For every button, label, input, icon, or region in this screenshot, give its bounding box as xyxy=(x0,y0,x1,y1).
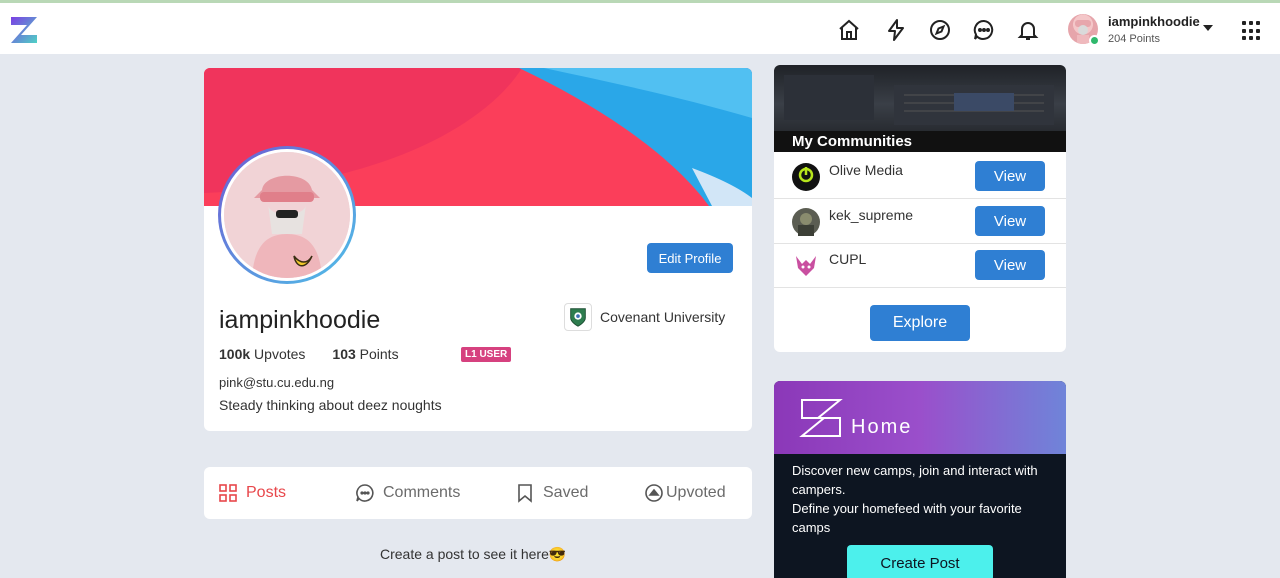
tab-saved[interactable]: Saved xyxy=(515,483,588,503)
user-menu[interactable]: iampinkhoodie 204 Points xyxy=(1066,13,1226,49)
tab-posts[interactable]: Posts xyxy=(218,483,286,503)
comment-icon xyxy=(356,484,374,502)
tab-label: Saved xyxy=(543,484,589,501)
communities-header-image: My Communities xyxy=(774,65,1066,152)
create-post-button[interactable]: Create Post xyxy=(847,545,993,578)
tab-label: Comments xyxy=(383,484,461,501)
upvotes-count: 100k xyxy=(219,346,251,362)
points-label: Points xyxy=(355,346,399,362)
upvote-icon xyxy=(645,484,663,502)
communities-card: My Communities Olive Media View kek_supr… xyxy=(774,65,1066,352)
user-name: iampinkhoodie xyxy=(1108,14,1200,29)
chat-icon[interactable] xyxy=(971,17,997,43)
communities-title: My Communities xyxy=(792,133,913,150)
lightning-icon[interactable] xyxy=(883,17,909,43)
upvotes-label: Upvotes xyxy=(250,346,306,362)
home-logo-icon xyxy=(799,399,843,437)
bell-icon[interactable] xyxy=(1015,17,1041,43)
profile-email: pink@stu.cu.edu.ng xyxy=(219,375,335,390)
explore-button[interactable]: Explore xyxy=(870,305,970,341)
bookmark-icon xyxy=(518,484,532,503)
edit-profile-button[interactable]: Edit Profile xyxy=(647,243,733,273)
apps-grid-icon[interactable] xyxy=(1242,21,1262,41)
online-status-dot xyxy=(1089,35,1100,46)
tab-comments[interactable]: Comments xyxy=(355,483,460,503)
compass-icon[interactable] xyxy=(927,17,953,43)
community-row: kek_supreme View xyxy=(774,200,1066,244)
tab-label: Upvoted xyxy=(666,484,726,501)
tab-upvoted[interactable]: Upvoted xyxy=(644,483,726,503)
top-navbar: iampinkhoodie 204 Points xyxy=(0,0,1280,54)
university-name: Covenant University xyxy=(600,309,726,325)
user-points: 204 Points xyxy=(1108,33,1160,45)
community-name[interactable]: kek_supreme xyxy=(829,207,913,223)
home-banner: Home xyxy=(774,381,1066,454)
community-name[interactable]: Olive Media xyxy=(829,162,903,178)
home-description-line: Discover new camps, join and interact wi… xyxy=(792,463,1038,497)
home-title: Home xyxy=(851,416,913,438)
points-count: 103 xyxy=(332,346,356,362)
view-community-button[interactable]: View xyxy=(975,206,1045,236)
chevron-down-icon[interactable] xyxy=(1203,25,1213,31)
profile-tabs: Posts Comments Saved Upvoted xyxy=(204,467,752,519)
home-promo-card: Home Discover new camps, join and intera… xyxy=(774,381,1066,578)
university-logo-icon xyxy=(564,303,592,331)
community-row: Olive Media View xyxy=(774,155,1066,199)
level-badge: L1 USER xyxy=(461,347,512,362)
app-logo-icon[interactable] xyxy=(8,14,40,46)
university-info[interactable]: Covenant University xyxy=(564,302,725,332)
grid-icon xyxy=(219,484,237,502)
community-row: CUPL View xyxy=(774,244,1066,288)
home-icon[interactable] xyxy=(836,17,862,43)
cupl-icon xyxy=(792,252,820,280)
home-description-line: Define your homefeed with your favorite … xyxy=(792,501,1022,535)
profile-bio: Steady thinking about deez noughts xyxy=(219,397,442,413)
profile-picture[interactable] xyxy=(218,146,356,284)
profile-stats: 100k Upvotes 103 Points xyxy=(219,346,399,362)
view-community-button[interactable]: View xyxy=(975,161,1045,191)
profile-username: iampinkhoodie xyxy=(219,306,381,334)
kek-supreme-icon xyxy=(792,208,820,236)
olive-media-icon xyxy=(792,163,820,191)
view-community-button[interactable]: View xyxy=(975,250,1045,280)
home-description: Discover new camps, join and interact wi… xyxy=(792,461,1052,537)
community-name[interactable]: CUPL xyxy=(829,251,866,267)
tab-label: Posts xyxy=(246,484,287,501)
profile-card: Edit Profile Covenant University iampink… xyxy=(204,68,752,431)
empty-posts-message: Create a post to see it here😎 xyxy=(380,546,567,562)
